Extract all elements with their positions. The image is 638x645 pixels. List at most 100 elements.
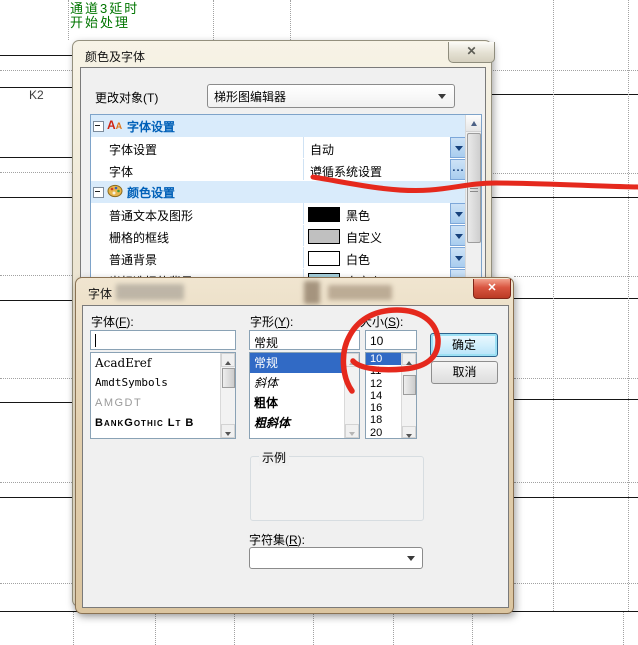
- style-list-scrollbar[interactable]: [344, 353, 359, 438]
- row-font-setting[interactable]: 字体设置 自动: [91, 137, 466, 160]
- arrow-down-icon: [406, 434, 412, 438]
- scroll-up-button[interactable]: [221, 353, 235, 367]
- list-item[interactable]: 粗体: [250, 393, 359, 413]
- scrollbar-thumb[interactable]: [222, 368, 235, 388]
- row-normal-text[interactable]: 普通文本及图形 黑色: [91, 203, 466, 226]
- target-object-label: 更改对象(T): [95, 89, 158, 106]
- chevron-down-icon: [455, 212, 463, 217]
- ellipsis-icon: ...: [452, 162, 464, 174]
- text-caret: [95, 334, 96, 347]
- font-settings-icon: AA: [107, 118, 124, 133]
- ladder-grid-line: [73, 612, 74, 645]
- ladder-rung-line: [490, 94, 638, 95]
- font-name-list[interactable]: AcadEref AmdtSymbols AMGDT BankGothic Lt…: [90, 352, 236, 439]
- list-item[interactable]: 斜体: [250, 373, 359, 393]
- ladder-rung-line: [514, 399, 638, 400]
- ladder-rung-line: [0, 300, 72, 301]
- arrow-up-icon: [471, 121, 477, 126]
- section-row-color-settings[interactable]: 颜色设置: [91, 181, 466, 204]
- ladder-grid-line: [0, 378, 72, 379]
- ladder-grid-line: [290, 0, 291, 40]
- ladder-grid-line: [393, 612, 394, 645]
- screen: 通道3延时 开始处理 K2 颜色及字体 ✕ 更改对象(T) 梯形图编辑器 AA …: [0, 0, 638, 645]
- charset-combobox[interactable]: [249, 547, 423, 569]
- ladder-grid-line: [472, 612, 473, 645]
- scrollbar-thumb[interactable]: [403, 375, 416, 395]
- font-size-list[interactable]: 10 11 12 14 16 18 20: [365, 352, 417, 439]
- arrow-up-icon: [406, 361, 412, 365]
- row-value: 黑色: [346, 207, 370, 224]
- row-label: 普通背景: [109, 251, 157, 268]
- row-label: 普通文本及图形: [109, 207, 193, 224]
- row-value: 白色: [346, 251, 370, 268]
- font-style-input[interactable]: 常规: [249, 330, 360, 350]
- row-value: 自定义: [346, 229, 382, 246]
- row-font[interactable]: 字体 遵循系统设置 ...: [91, 159, 466, 182]
- arrow-up-icon: [225, 361, 231, 365]
- ladder-rung-line: [514, 497, 638, 498]
- ladder-grid-line: [68, 0, 69, 40]
- scroll-up-button[interactable]: [466, 115, 481, 132]
- ladder-grid-line: [0, 583, 72, 584]
- list-item[interactable]: 粗斜体: [250, 413, 359, 433]
- ladder-grid-line: [514, 583, 638, 584]
- list-item[interactable]: BankGothic Lt B: [91, 413, 235, 433]
- row-value-cell[interactable]: 自动: [303, 137, 450, 158]
- ladder-grid-line: [490, 173, 638, 174]
- ladder-rung-line: [0, 497, 72, 498]
- row-value-cell[interactable]: 自定义: [303, 225, 450, 246]
- ladder-rung-line: [0, 402, 72, 403]
- arrow-up-icon: [349, 361, 355, 365]
- ok-button[interactable]: 确定: [430, 333, 498, 357]
- input-value: 常规: [254, 334, 278, 351]
- cancel-button[interactable]: 取消: [431, 361, 498, 384]
- font-name-input[interactable]: [90, 330, 236, 350]
- chevron-down-icon: [455, 146, 463, 151]
- scroll-down-button-disabled: [345, 424, 359, 438]
- ladder-rung-line: [0, 157, 72, 158]
- list-item[interactable]: AmdtSymbols: [91, 373, 235, 393]
- collapse-toggle[interactable]: [93, 121, 104, 132]
- font-style-list[interactable]: 常规 斜体 粗体 粗斜体: [249, 352, 360, 439]
- ladder-grid-line: [628, 0, 629, 611]
- sample-label: 示例: [259, 449, 289, 466]
- section-row-font-settings[interactable]: AA 字体设置: [91, 115, 466, 138]
- row-grid-frame-line[interactable]: 栅格的框线 自定义: [91, 225, 466, 248]
- size-list-scrollbar[interactable]: [401, 353, 416, 438]
- font-style-label: 字形(Y):: [250, 313, 293, 330]
- row-label: 栅格的框线: [109, 229, 169, 246]
- scroll-down-button[interactable]: [402, 426, 416, 438]
- dialog-title: 字体: [88, 285, 112, 302]
- font-size-input[interactable]: 10: [365, 330, 417, 350]
- chevron-down-icon: [407, 556, 415, 561]
- close-icon[interactable]: ✕: [473, 279, 511, 299]
- dialog-title: 颜色及字体: [85, 48, 145, 65]
- collapse-toggle[interactable]: [93, 187, 104, 198]
- row-normal-background[interactable]: 普通背景 白色: [91, 247, 466, 270]
- row-value-cell[interactable]: 黑色: [303, 203, 450, 224]
- scroll-down-button[interactable]: [221, 424, 235, 438]
- list-item[interactable]: AMGDT: [91, 393, 235, 413]
- scroll-up-button[interactable]: [402, 353, 416, 365]
- chevron-down-icon: [455, 234, 463, 239]
- dialog-client-area: 字体(F): 字形(Y): 大小(S): 常规 10 AcadEref Amdt…: [82, 305, 509, 608]
- target-object-combobox[interactable]: 梯形图编辑器: [207, 84, 455, 108]
- close-icon[interactable]: ✕: [448, 42, 495, 63]
- scrollbar-thumb[interactable]: [467, 133, 481, 243]
- section-label: 颜色设置: [127, 184, 175, 201]
- row-value: 自动: [310, 141, 334, 158]
- row-value-cell[interactable]: 遵循系统设置: [303, 159, 450, 180]
- chevron-down-icon: [438, 94, 446, 99]
- color-swatch: [308, 251, 340, 266]
- ladder-rung-line: [490, 197, 638, 198]
- comment-line-2: 开始处理: [70, 16, 139, 30]
- list-item[interactable]: AcadEref: [91, 353, 235, 373]
- row-value-cell[interactable]: 白色: [303, 247, 450, 268]
- ladder-grid-line: [490, 70, 638, 71]
- ladder-rung-line: [514, 298, 638, 299]
- arrow-down-icon: [349, 432, 355, 436]
- ladder-grid-line: [514, 276, 638, 277]
- list-item-selected[interactable]: 常规: [250, 353, 359, 373]
- font-list-scrollbar[interactable]: [220, 353, 235, 438]
- color-swatch: [308, 207, 340, 222]
